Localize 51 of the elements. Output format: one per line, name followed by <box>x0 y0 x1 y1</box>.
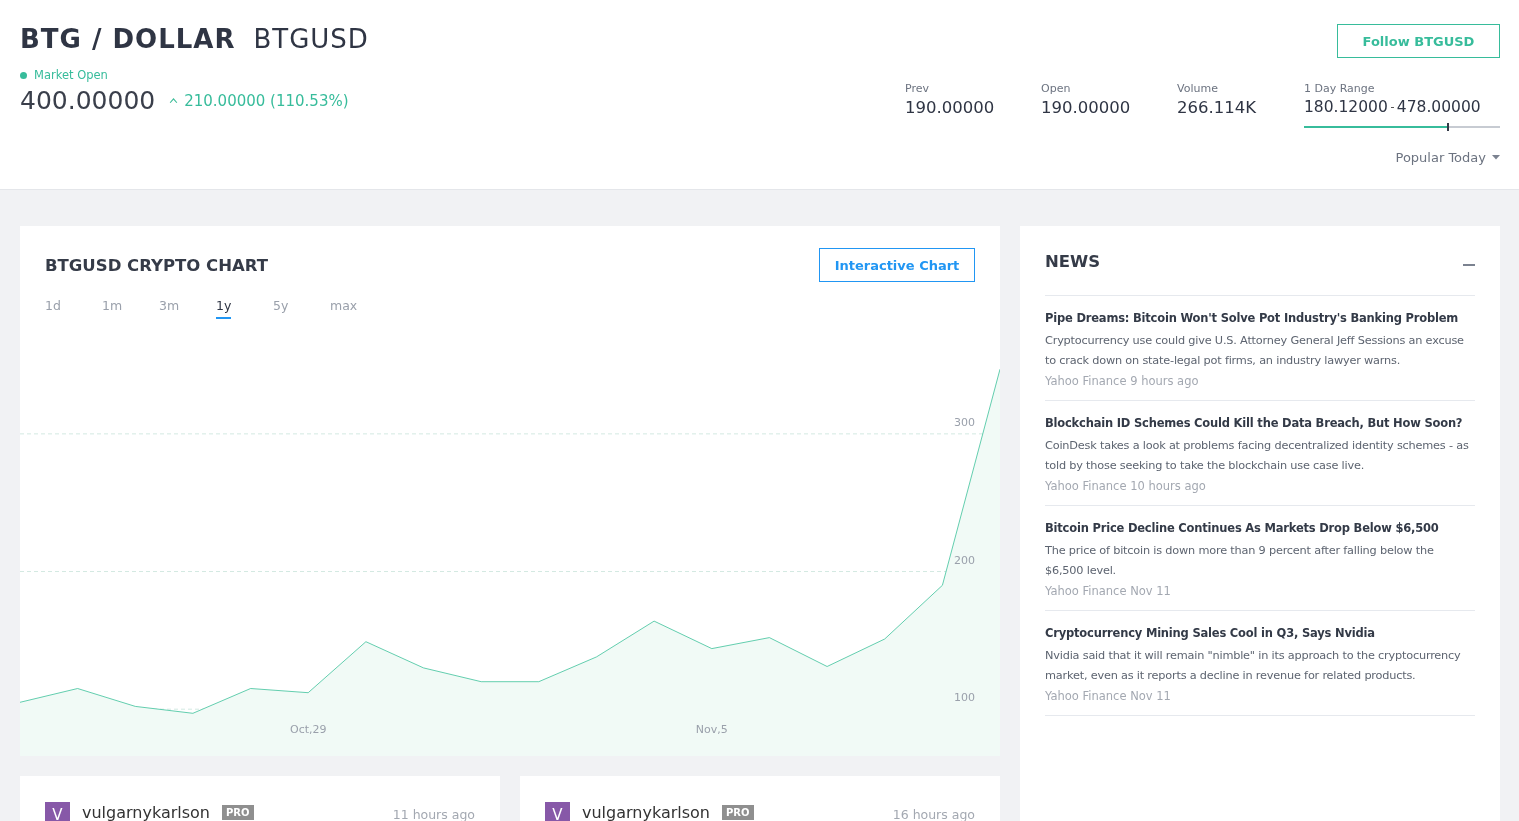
news-summary: Cryptocurrency use could give U.S. Attorney General Jeff Sessions an excuse to crack down on state-legal pot firms, an industry lawyer warns. <box>1045 333 1465 369</box>
caret-icon <box>169 97 179 104</box>
range-high: 478.00000 <box>1396 98 1481 116</box>
news-summary: The price of bitcoin is down more than 9 percent after falling below the $6,500 level. <box>1045 543 1435 579</box>
post-time: 16 hours ago <box>892 807 975 821</box>
y-axis-label: 200 <box>954 553 975 567</box>
popular-dropdown[interactable]: Popular Today <box>1395 150 1500 165</box>
news-source: Yahoo Finance 9 hours ago <box>1045 374 1200 388</box>
range-tab[interactable]: 1d <box>45 294 102 319</box>
news-headline[interactable]: Pipe Dreams: Bitcoin Won't Solve Pot Industry's Banking Problem <box>1045 309 1475 328</box>
news-summary: Nvidia said that it will remain "nimble" in its approach to the cryptocurrency market, even as it reports a decline in revenue for related products. <box>1045 648 1462 684</box>
stat-value: 190.00000 <box>1041 98 1132 117</box>
stat-label: Prev <box>905 82 930 95</box>
x-axis-label: Nov,5 <box>695 723 728 736</box>
range-tab[interactable]: max <box>330 294 387 319</box>
news-source: Yahoo Finance Nov 11 <box>1045 584 1172 598</box>
stat-label: 1 Day Range <box>1304 82 1376 95</box>
news-headline[interactable]: Bitcoin Price Decline Continues As Markets Drop Below $6,500 <box>1045 519 1475 538</box>
stat-value: 266.114K <box>1177 98 1258 117</box>
range-tab[interactable]: 3m <box>159 294 216 319</box>
stat-value: 190.00000 <box>905 98 996 117</box>
ticker-symbol: BTGUSD <box>253 24 369 54</box>
post-time: 11 hours ago <box>392 807 475 821</box>
chart-title: BTGUSD CRYPTO CHART <box>45 255 268 275</box>
price: 400.00000 <box>20 86 156 115</box>
y-axis-label: 300 <box>954 415 975 429</box>
news-headline[interactable]: Cryptocurrency Mining Sales Cool in Q3, Says Nvidia <box>1045 624 1475 643</box>
avatar: V <box>545 802 570 821</box>
news-source: Yahoo Finance Nov 11 <box>1045 689 1172 703</box>
news-summary: CoinDesk takes a look at problems facing decentralized identity schemes - as told by those seeking to take the blockchain use case live. <box>1045 438 1470 474</box>
x-axis-label: Oct,29 <box>290 723 327 736</box>
price-change: 210.00000 (110.53%) <box>184 91 349 110</box>
interactive-chart-button[interactable]: Interactive Chart <box>819 248 975 282</box>
stat-label: Open <box>1041 82 1072 95</box>
pro-badge: PRO <box>222 805 254 820</box>
pro-badge: PRO <box>722 805 754 820</box>
range-tab[interactable]: 5y <box>273 294 330 319</box>
news-title: NEWS <box>1045 252 1101 271</box>
author-name[interactable]: vulgarnykarlson <box>82 803 210 821</box>
range-tab[interactable]: 1y <box>216 294 273 319</box>
news-source: Yahoo Finance 10 hours ago <box>1045 479 1207 493</box>
range-low: 180.12000 <box>1304 98 1388 116</box>
caret-icon <box>1492 155 1500 160</box>
page-title: BTG / DOLLAR <box>20 24 236 54</box>
y-axis-label: 100 <box>954 691 975 705</box>
range-tab[interactable]: 1m <box>102 294 159 319</box>
author-name[interactable]: vulgarnykarlson <box>582 803 710 821</box>
avatar: V <box>45 802 70 821</box>
news-headline[interactable]: Blockchain ID Schemes Could Kill the Data Breach, But How Soon? <box>1045 414 1475 433</box>
market-status: Market Open <box>34 68 108 82</box>
stat-label: Volume <box>1177 82 1219 95</box>
